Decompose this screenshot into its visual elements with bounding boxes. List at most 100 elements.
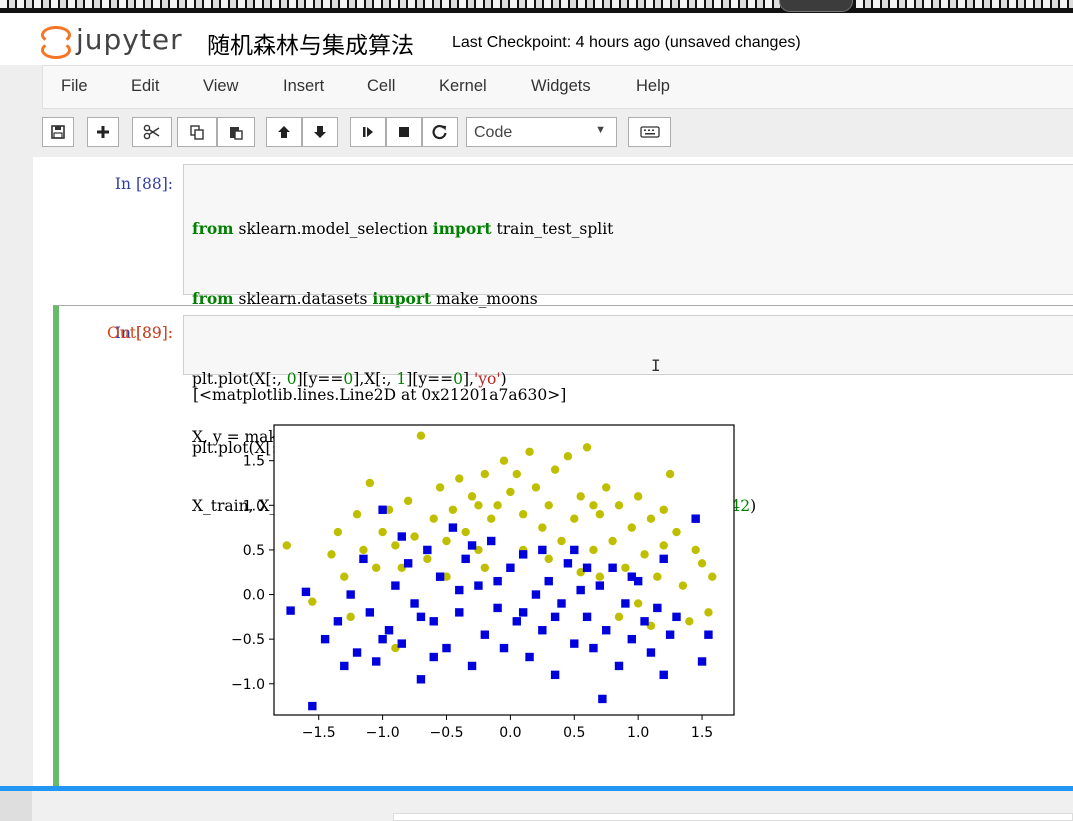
yellow-circle-point (461, 527, 470, 537)
code-cell-selected[interactable]: In [89]: plt.plot(X[:, 0][y==0],X[:, 1][… (53, 305, 1073, 790)
blue-square-point (570, 545, 579, 555)
blue-square-point (308, 701, 317, 711)
blue-square-point (429, 652, 438, 662)
command-palette-button[interactable] (628, 117, 671, 147)
blue-square-point (550, 670, 560, 680)
yellow-circle-point (653, 572, 662, 581)
blue-square-point (359, 554, 368, 564)
blue-square-point (493, 603, 502, 613)
move-down-button[interactable] (302, 117, 338, 147)
yellow-circle-point (518, 510, 528, 519)
insert-cell-button[interactable] (87, 117, 119, 147)
yellow-circle-point (614, 501, 624, 510)
blue-square-point (557, 599, 566, 608)
blue-square-point (480, 630, 490, 639)
yellow-circle-point (435, 483, 445, 492)
code-editor[interactable]: plt.plot(X[:, 0][y==0],X[:, 1][y==0],'yo… (183, 315, 1073, 457)
y-tick-label: 0.5 (243, 543, 265, 559)
yellow-circle-point (372, 563, 381, 572)
x-tick-label: 0.0 (499, 725, 521, 741)
yellow-circle-point (691, 545, 700, 555)
move-up-button[interactable] (266, 117, 302, 147)
blue-square-point (672, 612, 681, 622)
menu-view[interactable]: View (203, 77, 238, 96)
notebook-container: In [88]: from sklearn.model_selection im… (33, 157, 1073, 790)
blue-square-point (691, 514, 700, 523)
yellow-circle-point (308, 597, 317, 606)
menu-file[interactable]: File (61, 77, 88, 96)
output-text: [<matplotlib.lines.Line2D at 0x21201a7a6… (193, 386, 567, 404)
jupyter-logo[interactable]: jupyter (38, 23, 183, 59)
menu-widgets[interactable]: Widgets (531, 77, 591, 96)
blue-square-point (416, 612, 426, 622)
yellow-circle-point (697, 559, 707, 568)
text-cursor-icon: I (651, 356, 661, 375)
blue-square-point (525, 652, 534, 662)
yellow-circle-point (582, 443, 592, 452)
blue-square-point (403, 559, 413, 568)
code-editor[interactable]: from sklearn.model_selection import trai… (183, 164, 1073, 515)
yellow-circle-point (327, 550, 336, 559)
blue-square-point (340, 661, 349, 671)
blue-square-point (365, 608, 375, 617)
blue-square-point (384, 626, 394, 635)
paste-icon (230, 127, 243, 140)
code-line: from sklearn.model_selection import trai… (192, 219, 614, 238)
blue-square-point (608, 563, 617, 572)
yellow-circle-point (614, 612, 624, 622)
x-tick-label: 1.0 (627, 725, 649, 741)
cut-button[interactable] (132, 117, 172, 147)
menu-kernel[interactable]: Kernel (439, 77, 487, 96)
yellow-circle-point (365, 478, 375, 488)
yellow-circle-point (633, 492, 643, 501)
menu-cell[interactable]: Cell (367, 77, 395, 96)
blue-square-point (442, 643, 451, 653)
yellow-circle-point (474, 501, 483, 510)
x-tick-label: −0.5 (430, 725, 464, 741)
blue-square-point (429, 617, 438, 626)
yellow-circle-point (531, 483, 541, 492)
input-prompt: In [88]: (114, 175, 173, 193)
restart-button[interactable] (422, 117, 458, 147)
menu-edit[interactable]: Edit (131, 77, 159, 96)
menu-insert[interactable]: Insert (283, 77, 324, 96)
yellow-circle-point (608, 536, 617, 546)
notebook-title[interactable]: 随机森林与集成算法 (207, 26, 414, 60)
save-button[interactable] (42, 117, 74, 147)
blue-square-point (474, 581, 483, 590)
menu-bar: File Edit View Insert Cell Kernel Widget… (42, 65, 1073, 109)
blue-square-point (455, 608, 464, 617)
yellow-circle-point (627, 523, 636, 532)
yellow-circle-point (563, 452, 573, 461)
yellow-circle-point (352, 510, 362, 519)
yellow-circle-point (282, 541, 291, 550)
cell-type-value: Code (474, 124, 513, 141)
run-button[interactable] (350, 117, 386, 147)
blue-square-point (286, 606, 295, 615)
y-tick-label: −0.5 (231, 632, 265, 648)
yellow-circle-point (633, 599, 643, 608)
yellow-circle-point (333, 527, 343, 537)
blue-square-point (455, 585, 464, 595)
y-tick-label: 1.5 (243, 454, 265, 470)
copy-button[interactable] (177, 117, 217, 147)
interrupt-button[interactable] (386, 117, 422, 147)
blue-square-point (621, 599, 630, 608)
menu-help[interactable]: Help (636, 77, 670, 96)
cell-type-select[interactable]: Code ▼ (466, 117, 617, 147)
yellow-circle-point (359, 545, 368, 555)
blue-square-point (538, 626, 547, 635)
yellow-circle-point (646, 514, 656, 523)
yellow-circle-point (678, 581, 688, 590)
blue-square-point (659, 554, 668, 564)
checkpoint-status: Last Checkpoint: 4 hours ago (unsaved ch… (452, 34, 801, 51)
blue-square-point (467, 541, 477, 550)
paste-button[interactable] (217, 117, 255, 147)
yellow-circle-point (685, 617, 694, 626)
code-cell[interactable]: In [88]: from sklearn.model_selection im… (53, 157, 1073, 515)
blue-square-point (653, 603, 662, 613)
blue-square-point (352, 648, 362, 657)
plus-icon (97, 126, 109, 138)
yellow-circle-point (340, 572, 349, 581)
output-prompt: Out[89]: (107, 324, 173, 342)
